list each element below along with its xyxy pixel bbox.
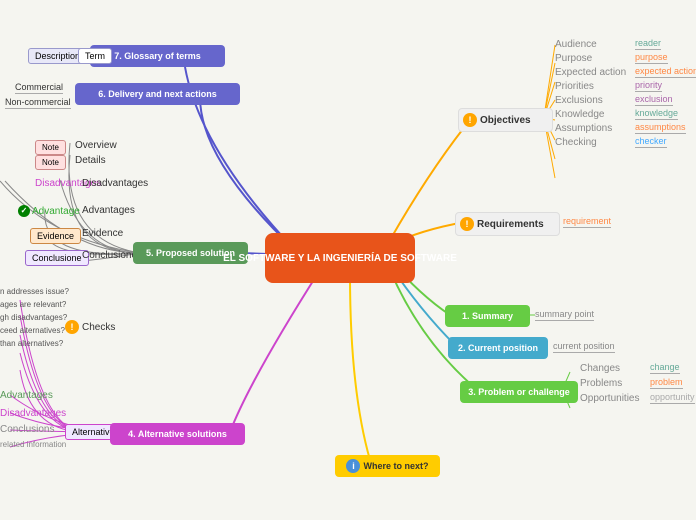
problem-label: 3. Problem or challenge	[468, 387, 570, 397]
term-tag: Term	[78, 48, 112, 64]
expected-val: expected action	[635, 66, 696, 78]
current-node[interactable]: 2. Current position	[448, 337, 548, 359]
current-val: current position	[553, 341, 615, 353]
alternative-node[interactable]: 4. Alternative solutions	[110, 423, 245, 445]
knowledge-val: knowledge	[635, 108, 678, 120]
changes-val: change	[650, 362, 680, 374]
q2-label: ages are relevant?	[0, 300, 66, 309]
center-label: EL SOFTWARE Y LA INGENIERÍA DE SOFTWARE	[223, 252, 457, 265]
audience-val: reader	[635, 38, 661, 50]
opportunities-key: Opportunities	[580, 393, 650, 404]
where-node[interactable]: i Where to next?	[335, 455, 440, 477]
q3-label: gh disadvantages?	[0, 313, 67, 322]
advantages-a-label: Advantages	[0, 390, 53, 401]
proposed-label: 5. Proposed solution	[146, 248, 235, 258]
summary-val: summary point	[535, 309, 594, 321]
checks-label: Checks	[82, 322, 115, 333]
audience-key: Audience	[555, 39, 635, 50]
problem-node[interactable]: 3. Problem or challenge	[460, 381, 578, 403]
q5-label: than alternatives?	[0, 339, 63, 348]
conclusions-a-label: Conclusions	[0, 424, 54, 435]
alternative-label: 4. Alternative solutions	[128, 429, 227, 439]
priorities-val: priority	[635, 80, 662, 92]
conclusion-label: Conclusione	[82, 250, 137, 261]
priorities-key: Priorities	[555, 81, 635, 92]
disadvantages-a-label: Disadvantages	[0, 408, 66, 419]
requirements-warn-icon: !	[460, 217, 474, 231]
requirements-node[interactable]: ! Requirements	[455, 212, 560, 236]
current-label: 2. Current position	[458, 343, 538, 353]
checking-val: checker	[635, 136, 667, 148]
checking-key: Checking	[555, 137, 635, 148]
problems-key: Problems	[580, 378, 650, 389]
conclusion-tag: Conclusione	[25, 250, 89, 266]
note1-tag: Note	[35, 140, 66, 155]
delivery-node[interactable]: 6. Delivery and next actions	[75, 83, 240, 105]
objectives-label: Objectives	[480, 115, 531, 126]
exclusions-val: exclusion	[635, 94, 673, 106]
q4-label: ceed alternatives?	[0, 326, 65, 335]
evidence-label: Evidence	[82, 228, 123, 239]
purpose-val: purpose	[635, 52, 668, 64]
advantages-icon-label: Advantage	[32, 206, 80, 217]
where-info-icon: i	[346, 459, 360, 473]
requirement-val: requirement	[563, 216, 611, 228]
objectives-node[interactable]: ! Objectives	[458, 108, 553, 132]
exclusions-key: Exclusions	[555, 95, 635, 106]
q1-label: n addresses issue?	[0, 287, 69, 296]
note2-tag: Note	[35, 155, 66, 170]
adv-icon: ✓	[18, 205, 30, 217]
disadvantages-left-val: Disadvantages	[82, 178, 148, 189]
opportunities-val: opportunity	[650, 392, 695, 404]
delivery-label: 6. Delivery and next actions	[98, 89, 217, 99]
assumptions-val: assumptions	[635, 122, 686, 134]
changes-key: Changes	[580, 363, 650, 374]
summary-node[interactable]: 1. Summary	[445, 305, 530, 327]
where-label: Where to next?	[363, 461, 428, 471]
evidence-tag: Evidence	[30, 228, 81, 244]
noncommercial-label: Non-commercial	[5, 97, 71, 109]
glossary-label: 7. Glossary of terms	[114, 51, 201, 61]
overview-label: Overview	[75, 140, 117, 151]
checks-warn-icon: !	[65, 320, 79, 334]
commercial-label: Commercial	[15, 82, 63, 94]
center-node[interactable]: EL SOFTWARE Y LA INGENIERÍA DE SOFTWARE	[265, 233, 415, 283]
purpose-key: Purpose	[555, 53, 635, 64]
knowledge-key: Knowledge	[555, 109, 635, 120]
expected-key: Expected action	[555, 67, 635, 78]
problems-val: problem	[650, 377, 683, 389]
related-label: related information	[0, 440, 66, 449]
objectives-warn-icon: !	[463, 113, 477, 127]
summary-label: 1. Summary	[462, 311, 513, 321]
requirements-label: Requirements	[477, 219, 544, 230]
advantages-left-val: Advantages	[82, 205, 135, 216]
details-label: Details	[75, 155, 106, 166]
assumptions-key: Assumptions	[555, 123, 635, 134]
